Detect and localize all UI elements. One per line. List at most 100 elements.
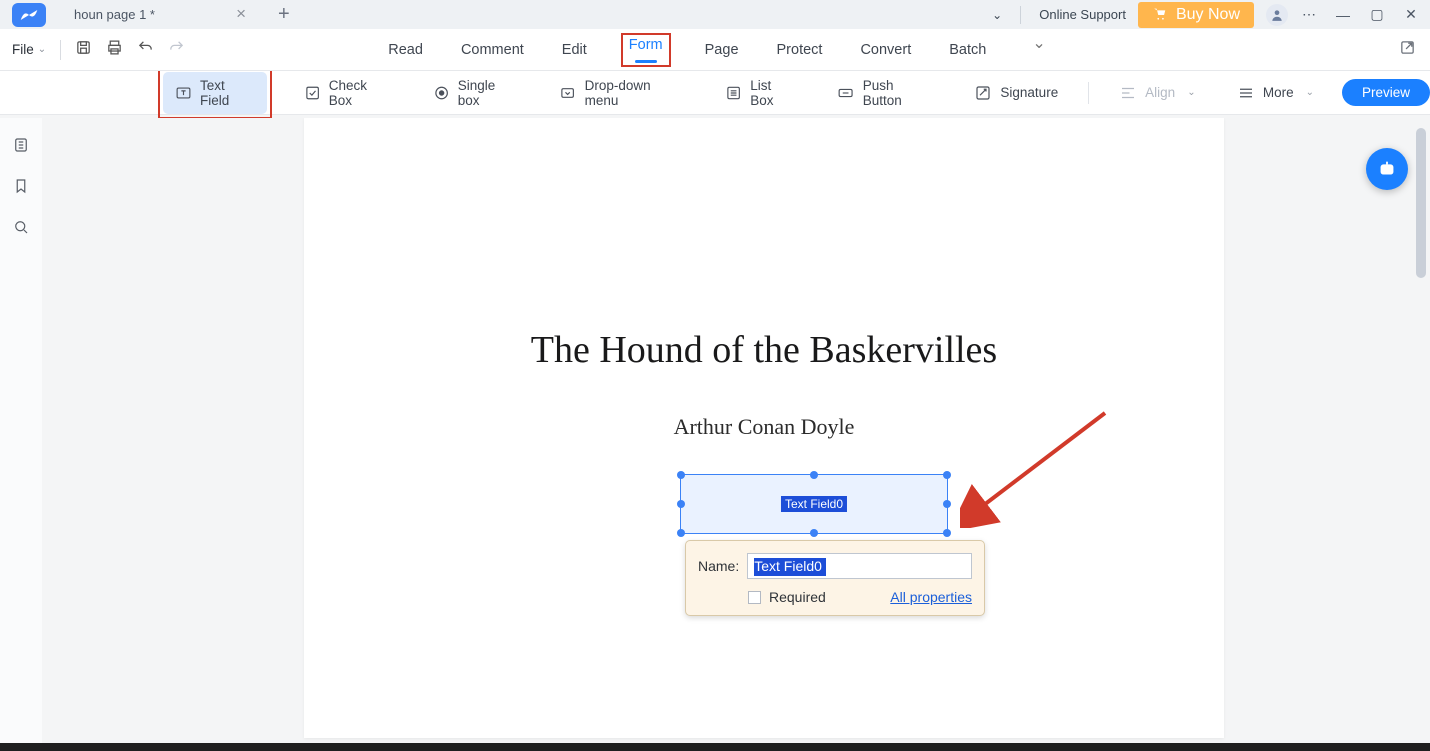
resize-handle[interactable] (810, 529, 818, 537)
required-label: Required (769, 589, 826, 605)
left-rail (0, 118, 42, 743)
resize-handle[interactable] (810, 471, 818, 479)
list-box-tool[interactable]: List Box (713, 72, 808, 114)
single-box-tool[interactable]: Single box (421, 72, 531, 114)
bookmarks-icon[interactable] (12, 177, 30, 200)
resize-handle[interactable] (943, 529, 951, 537)
ai-assistant-button[interactable] (1366, 148, 1408, 190)
all-properties-link[interactable]: All properties (890, 589, 972, 605)
document-tab-title: houn page 1 * (74, 7, 155, 22)
check-box-label: Check Box (329, 78, 391, 108)
push-button-tool[interactable]: Push Button (825, 72, 945, 114)
resize-handle[interactable] (943, 500, 951, 508)
more-menu-icon[interactable]: ⋯ (1292, 6, 1326, 23)
list-box-label: List Box (750, 78, 796, 108)
vertical-scrollbar[interactable] (1414, 118, 1428, 743)
app-logo[interactable] (12, 3, 46, 27)
text-field-icon (175, 84, 192, 102)
text-field-label: Text Field (200, 78, 255, 108)
canvas[interactable]: The Hound of the Baskervilles Arthur Con… (42, 118, 1430, 743)
buy-now-button[interactable]: Buy Now (1138, 2, 1254, 28)
tab-form[interactable]: Form (621, 33, 671, 67)
tab-batch[interactable]: Batch (945, 33, 990, 67)
align-label: Align (1145, 85, 1175, 100)
check-box-icon (304, 84, 321, 102)
text-field-widget[interactable]: Text Field0 (680, 474, 948, 534)
field-properties-popup: Name: Required All properties (685, 540, 985, 616)
drop-down-icon (559, 84, 576, 102)
bottom-bar (0, 743, 1430, 751)
form-toolbar: Text Field Check Box Single box Drop-dow… (0, 71, 1430, 115)
check-box-tool[interactable]: Check Box (292, 72, 404, 114)
drop-down-tool[interactable]: Drop-down menu (547, 72, 695, 114)
online-support-link[interactable]: Online Support (1027, 0, 1138, 29)
drop-down-label: Drop-down menu (585, 78, 684, 108)
preview-button[interactable]: Preview (1342, 79, 1430, 106)
close-window-icon[interactable]: ✕ (1394, 6, 1428, 23)
signature-label: Signature (1000, 85, 1058, 100)
close-tab-icon[interactable]: × (236, 5, 246, 22)
align-tool[interactable]: Align ⌄ (1107, 78, 1207, 108)
field-inline-label: Text Field0 (781, 496, 847, 512)
resize-handle[interactable] (943, 471, 951, 479)
file-menu-label: File (12, 42, 34, 57)
name-input[interactable] (747, 553, 972, 579)
signature-tool[interactable]: Signature (962, 78, 1070, 108)
push-button-label: Push Button (863, 78, 933, 108)
save-icon[interactable] (75, 39, 92, 61)
list-box-icon (725, 84, 742, 102)
tab-page[interactable]: Page (701, 33, 743, 67)
titlebar-dropdown[interactable]: ⌄ (980, 0, 1014, 29)
tabs-overflow-icon[interactable]: ⌄ (1032, 33, 1045, 67)
chevron-down-icon: ⌄ (1187, 87, 1195, 98)
cart-icon (1152, 8, 1168, 22)
document-author: Arthur Conan Doyle (304, 414, 1224, 440)
resize-handle[interactable] (677, 471, 685, 479)
tab-read[interactable]: Read (384, 33, 427, 67)
divider (60, 40, 61, 60)
workspace: The Hound of the Baskervilles Arthur Con… (0, 118, 1430, 743)
document-page: The Hound of the Baskervilles Arthur Con… (304, 118, 1224, 738)
tab-edit[interactable]: Edit (558, 33, 591, 67)
menu-row: File ⌄ Read Comment Edit Form Page Prote… (0, 29, 1430, 71)
document-title: The Hound of the Baskervilles (304, 328, 1224, 372)
resize-handle[interactable] (677, 500, 685, 508)
minimize-icon[interactable]: — (1326, 7, 1360, 23)
resize-handle[interactable] (677, 529, 685, 537)
user-avatar[interactable] (1266, 4, 1288, 26)
maximize-icon[interactable]: ▢ (1360, 6, 1394, 23)
chevron-down-icon: ⌄ (1306, 87, 1314, 98)
new-tab-button[interactable]: + (278, 3, 290, 26)
print-icon[interactable] (106, 39, 123, 61)
text-field-tool[interactable]: Text Field (163, 72, 267, 114)
divider (1020, 6, 1021, 24)
tab-comment[interactable]: Comment (457, 33, 528, 67)
align-icon (1119, 84, 1137, 102)
signature-icon (974, 84, 992, 102)
document-tab[interactable]: houn page 1 * × (68, 0, 258, 29)
more-icon (1237, 84, 1255, 102)
divider (1088, 82, 1089, 104)
more-label: More (1263, 85, 1294, 100)
redo-icon[interactable] (168, 39, 185, 61)
push-button-icon (837, 84, 854, 102)
undo-icon[interactable] (137, 39, 154, 61)
name-label: Name: (698, 558, 739, 574)
highlight-text-field: Text Field (158, 67, 272, 119)
single-box-label: Single box (458, 78, 518, 108)
titlebar-right: ⌄ Online Support Buy Now ⋯ — ▢ ✕ (980, 0, 1428, 29)
thumbnails-icon[interactable] (12, 136, 30, 159)
main-tabs: Read Comment Edit Form Page Protect Conv… (0, 33, 1430, 67)
titlebar: houn page 1 * × + ⌄ Online Support Buy N… (0, 0, 1430, 29)
file-menu[interactable]: File ⌄ (12, 42, 46, 57)
tab-convert[interactable]: Convert (856, 33, 915, 67)
popout-icon[interactable] (1399, 39, 1416, 61)
quick-access-toolbar (75, 39, 185, 61)
tab-protect[interactable]: Protect (773, 33, 827, 67)
more-tool[interactable]: More ⌄ (1225, 78, 1326, 108)
search-icon[interactable] (12, 218, 30, 241)
chevron-down-icon: ⌄ (38, 44, 46, 55)
scroll-thumb[interactable] (1416, 128, 1426, 278)
radio-icon (433, 84, 450, 102)
required-checkbox[interactable] (748, 591, 761, 604)
